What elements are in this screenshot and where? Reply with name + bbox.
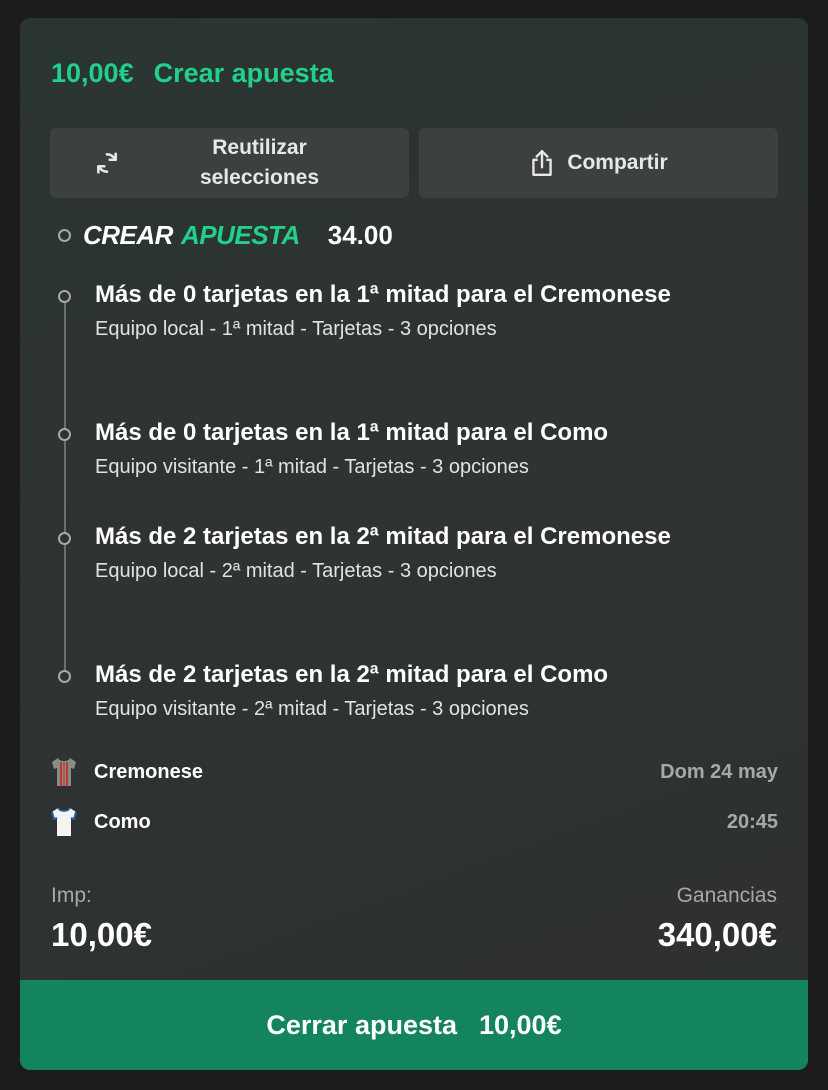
selection-item: Más de 0 tarjetas en la 1ª mitad para el…: [58, 416, 755, 479]
place-bet-button[interactable]: Cerrar apuesta 10,00€: [20, 980, 808, 1070]
reuse-selections-button[interactable]: Reutilizar selecciones: [50, 128, 409, 198]
betbuilder-title: CREAR APUESTA 34.00: [58, 220, 393, 251]
header-stake: 10,00€: [51, 58, 134, 88]
timeline-dot: [58, 428, 71, 441]
betbuilder-word1: CREAR: [83, 220, 173, 250]
refresh-icon: [97, 152, 117, 174]
match-time: 20:45: [726, 810, 778, 833]
timeline-dot: [58, 290, 71, 303]
share-label: Compartir: [567, 151, 668, 174]
away-team-row: Como 20:45: [50, 806, 778, 838]
away-team-name: Como: [94, 810, 151, 833]
selection-subtitle: Equipo visitante - 2ª mitad - Tarjetas -…: [95, 698, 529, 720]
home-team-name: Cremonese: [94, 760, 203, 783]
reuse-selections-label: Reutilizar selecciones: [160, 133, 360, 193]
selection-item: Más de 0 tarjetas en la 1ª mitad para el…: [58, 278, 755, 341]
betbuilder-word2: APUESTA: [180, 220, 300, 250]
match-date: Dom 24 may: [660, 760, 778, 783]
stake-label: Imp:: [51, 884, 92, 907]
selection-item: Más de 2 tarjetas en la 2ª mitad para el…: [58, 520, 755, 583]
betslip-header: 10,00€ Crear apuesta: [51, 58, 334, 89]
winnings-value: 340,00€: [657, 916, 777, 953]
selection-item: Más de 2 tarjetas en la 2ª mitad para el…: [58, 658, 755, 721]
timeline-dot: [58, 229, 71, 242]
header-label: Crear apuesta: [153, 58, 334, 88]
reuse-label-line2: selecciones: [199, 166, 320, 189]
place-bet-amount: 10,00€: [479, 1009, 562, 1040]
place-bet-label: Cerrar apuesta: [266, 1009, 457, 1040]
selection-subtitle: Equipo visitante - 1ª mitad - Tarjetas -…: [95, 456, 529, 478]
winnings-label: Ganancias: [676, 884, 777, 907]
betslip-card: 10,00€ Crear apuesta Reutilizar seleccio…: [20, 18, 808, 1070]
home-team-row: Cremonese Dom 24 may: [50, 756, 778, 788]
selection-title: Más de 0 tarjetas en la 1ª mitad para el…: [95, 419, 609, 446]
selection-title: Más de 0 tarjetas en la 1ª mitad para el…: [95, 281, 671, 308]
como-jersey-icon: [51, 807, 77, 836]
cremonese-jersey-icon: [52, 758, 76, 786]
betbuilder-odds: 34.00: [327, 220, 393, 250]
selection-subtitle: Equipo local - 1ª mitad - Tarjetas - 3 o…: [95, 318, 497, 340]
share-icon: [532, 150, 553, 176]
timeline-dot: [58, 670, 71, 683]
stake-value[interactable]: 10,00€: [51, 916, 152, 954]
selection-title: Más de 2 tarjetas en la 2ª mitad para el…: [95, 523, 671, 550]
selection-subtitle: Equipo local - 2ª mitad - Tarjetas - 3 o…: [95, 560, 497, 582]
selection-title: Más de 2 tarjetas en la 2ª mitad para el…: [95, 661, 609, 688]
reuse-label-line1: Reutilizar: [212, 136, 307, 159]
timeline-line: [64, 298, 66, 678]
action-buttons: Reutilizar selecciones Compartir: [50, 128, 778, 198]
timeline-dot: [58, 532, 71, 545]
share-button[interactable]: Compartir: [419, 128, 778, 198]
